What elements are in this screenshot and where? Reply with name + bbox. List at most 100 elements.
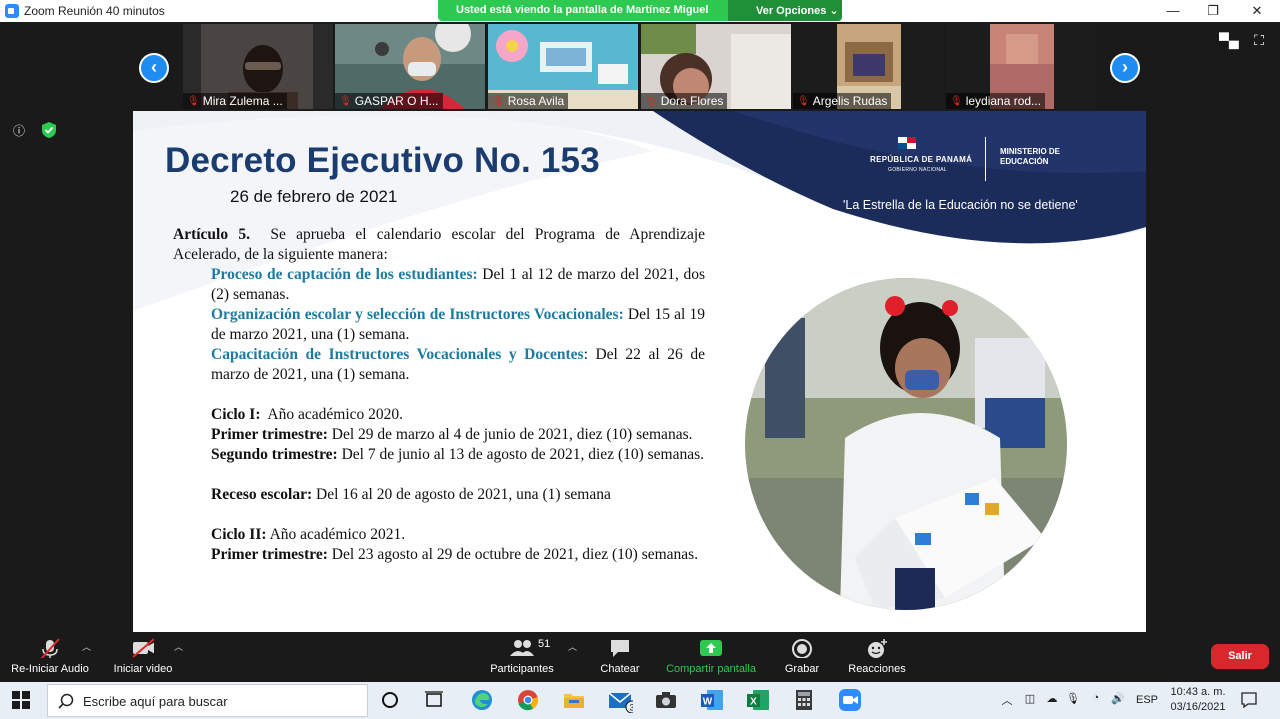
volume-icon[interactable]: 🔊 — [1110, 692, 1126, 710]
next-page-button[interactable]: › — [1110, 53, 1140, 83]
participant-tile[interactable]: 🎙 Rosa Avila — [488, 24, 638, 109]
mic-muted-icon: 🎙 — [339, 95, 352, 107]
zoom-app-icon — [5, 4, 19, 18]
c1-t2-text: Del 7 de junio al 13 de agosto de 2021, … — [341, 446, 705, 463]
participant-tile[interactable]: 🎙 leydiana rod... — [946, 24, 1096, 109]
c1-trimestre2: Segundo trimestre: Del 7 de junio al 13 … — [173, 445, 705, 465]
calculator-icon[interactable] — [791, 687, 817, 713]
receso-line: Receso escolar: Del 16 al 20 de agosto d… — [173, 485, 705, 505]
fullscreen-icon[interactable]: ⛶ — [1250, 32, 1268, 48]
meeting-toolbar: Re-Iniciar Audio ︿ Iniciar video ︿ 51 Pa… — [0, 632, 1280, 682]
participant-name: Dora Flores — [660, 94, 724, 108]
windows-taskbar: Escribe aquí para buscar 3 W X ︿ ◫ ☁ 🎙 ◔… — [0, 682, 1280, 719]
participant-strip: ‹ 🎙 Mira Zulema ... 🎙 GASPAR O H... 🎙 Ro… — [0, 22, 1280, 110]
chat-label: Chatear — [600, 663, 640, 675]
ciclo1-line: Ciclo I: Año académico 2020. — [173, 405, 705, 425]
item3-title: Capacitación de Instructores Vocacionale… — [211, 346, 584, 363]
word-icon[interactable]: W — [699, 687, 725, 713]
previous-page-button[interactable]: ‹ — [139, 53, 169, 83]
video-label: Iniciar video — [113, 663, 173, 675]
mic-muted-icon: 🎙 — [950, 95, 963, 107]
logo-republic: REPÚBLICA DE PANAMÁ — [870, 155, 973, 164]
ciclo1-text: Año académico 2020. — [267, 406, 404, 423]
mic-muted-icon: 🎙 — [645, 95, 658, 107]
c1-t2-label: Segundo trimestre: — [211, 446, 338, 463]
wifi-icon[interactable]: ◔ — [1088, 692, 1104, 710]
video-off-icon — [132, 638, 154, 658]
participant-tile[interactable]: 🎙 Dora Flores — [641, 24, 791, 109]
ciclo2-text: Año académico 2021. — [269, 526, 406, 543]
cortana-icon[interactable] — [377, 687, 403, 713]
file-explorer-icon[interactable] — [561, 687, 587, 713]
minimize-icon[interactable]: — — [1164, 2, 1182, 20]
notifications-icon[interactable] — [1240, 691, 1258, 709]
view-options-button[interactable]: Ver Opciones ⌄ — [728, 0, 842, 21]
student-reading-photo — [745, 278, 1067, 610]
meeting-info-icon[interactable]: ⓘ — [10, 122, 28, 138]
reactions-icon — [868, 639, 887, 658]
zoom-taskbar-icon[interactable] — [837, 687, 863, 713]
audio-button[interactable]: Re-Iniciar Audio — [6, 632, 94, 682]
record-icon — [792, 639, 812, 658]
mail-icon[interactable]: 3 — [607, 687, 633, 713]
taskbar-clock[interactable]: 10:43 a. m. 03/16/2021 — [1166, 685, 1230, 715]
microphone-icon[interactable]: 🎙 — [1066, 692, 1080, 710]
receso-label: Receso escolar: — [211, 486, 313, 503]
logo-ministry-line1: MINISTERIO DE — [1000, 147, 1061, 156]
task-view-icon[interactable] — [421, 687, 447, 713]
ciclo1-label: Ciclo I: — [211, 406, 261, 423]
participant-tile[interactable]: 🎙 GASPAR O H... — [335, 24, 485, 109]
record-button[interactable]: Grabar — [772, 632, 832, 682]
reactions-button[interactable]: Reacciones — [840, 632, 914, 682]
excel-icon[interactable]: X — [745, 687, 771, 713]
camera-icon[interactable] — [653, 687, 679, 713]
participants-icon — [510, 640, 534, 656]
title-bar: Zoom Reunión 40 minutos Usted está viend… — [0, 0, 1280, 22]
taskbar-search-box[interactable]: Escribe aquí para buscar — [47, 684, 368, 717]
language-indicator[interactable]: ESP — [1134, 694, 1160, 712]
participants-button[interactable]: 51 Participantes — [482, 632, 562, 682]
audio-options-caret-icon[interactable]: ︿ — [82, 640, 91, 653]
participants-count: 51 — [538, 638, 551, 650]
search-icon — [58, 693, 74, 709]
slide-date: 26 de febrero de 2021 — [230, 187, 398, 206]
logo-divider — [985, 137, 986, 181]
participants-label: Participantes — [490, 663, 554, 675]
participant-name: Rosa Avila — [507, 94, 565, 108]
mail-badge-count: 3 — [629, 703, 633, 713]
chrome-browser-icon[interactable] — [515, 687, 541, 713]
participant-name-bar: 🎙 Rosa Avila — [488, 93, 569, 109]
windows-start-icon[interactable] — [12, 691, 30, 709]
svg-text:X: X — [750, 697, 757, 708]
restore-icon[interactable]: ❐ — [1204, 2, 1222, 20]
chevron-down-icon: ⌄ — [829, 5, 839, 17]
security-shield-icon[interactable] — [40, 121, 58, 139]
participants-options-caret-icon[interactable]: ︿ — [568, 640, 577, 653]
close-icon[interactable]: ✕ — [1248, 2, 1266, 20]
share-screen-label: Compartir pantalla — [666, 663, 756, 675]
layout-toggle-icon[interactable]: ▀▄ — [1219, 32, 1239, 48]
tray-expand-icon[interactable]: ︿ — [1000, 692, 1014, 710]
video-button[interactable]: Iniciar video — [104, 632, 182, 682]
leave-meeting-button[interactable]: Salir — [1211, 644, 1269, 669]
clock-time: 10:43 a. m. — [1170, 686, 1226, 698]
mic-muted-icon: 🎙 — [187, 95, 200, 107]
ministry-logo: REPÚBLICA DE PANAMÁ GOBIERNO NACIONAL MI… — [868, 137, 1078, 181]
article-text: Se aprueba el calendario escolar del Pro… — [173, 226, 706, 263]
participant-tile[interactable]: 🎙 Argelis Rudas — [793, 24, 943, 109]
window-title: Zoom Reunión 40 minutos — [24, 4, 165, 18]
edge-browser-icon[interactable] — [469, 687, 495, 713]
shared-screen: Decreto Ejecutivo No. 153 26 de febrero … — [133, 111, 1146, 632]
participant-name-bar: 🎙 GASPAR O H... — [335, 93, 443, 109]
view-options-label: Ver Opciones — [756, 5, 827, 17]
share-screen-button[interactable]: Compartir pantalla — [660, 632, 762, 682]
meet-now-icon[interactable]: ◫ — [1022, 692, 1038, 710]
onedrive-icon[interactable]: ☁ — [1044, 692, 1060, 710]
chat-button[interactable]: Chatear — [590, 632, 650, 682]
participant-name: leydiana rod... — [965, 94, 1042, 108]
svg-text:W: W — [703, 697, 713, 708]
video-options-caret-icon[interactable]: ︿ — [174, 640, 183, 653]
mic-muted-icon: 🎙 — [492, 95, 505, 107]
participant-tile[interactable]: 🎙 Mira Zulema ... — [183, 24, 333, 109]
participant-name: GASPAR O H... — [354, 94, 439, 108]
